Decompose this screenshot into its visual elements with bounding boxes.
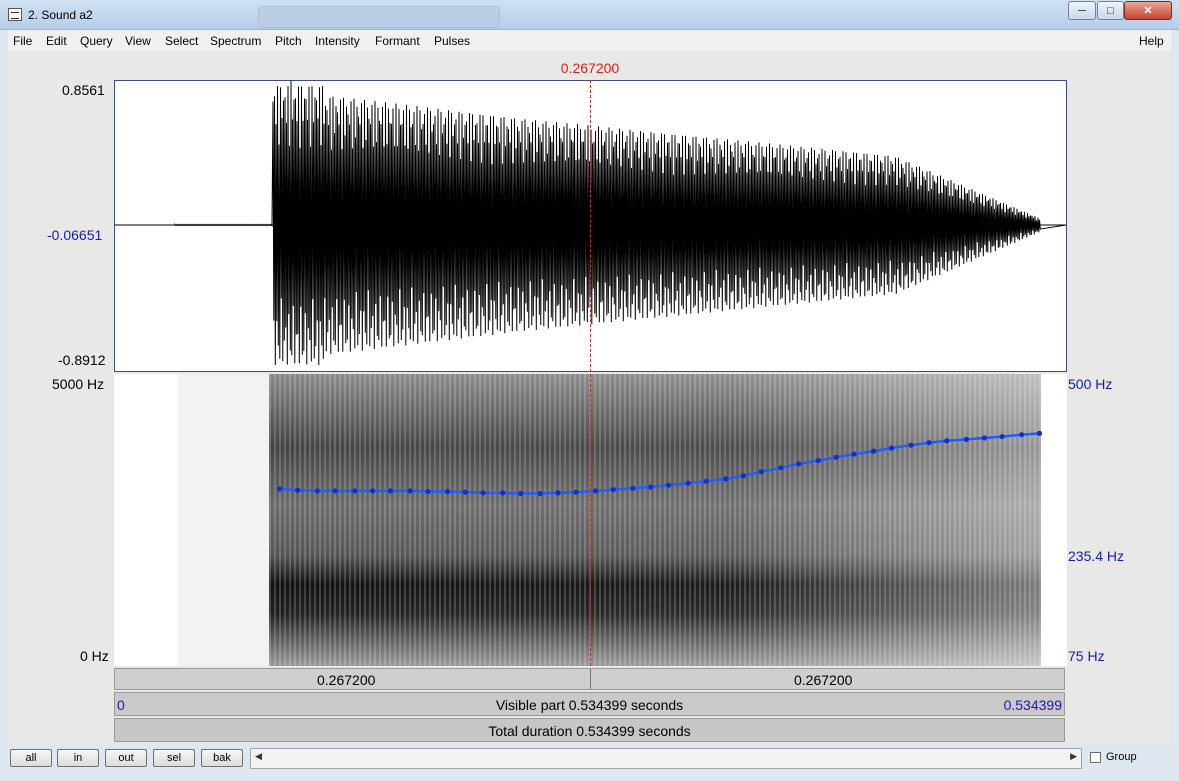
visible-part-bar[interactable]: 0 Visible part 0.534399 seconds 0.534399 (114, 692, 1065, 716)
menu-formant[interactable]: Formant (375, 34, 420, 48)
pitch-point (518, 490, 524, 497)
title-bar: 2. Sound a2 ─ □ ✕ (0, 0, 1179, 30)
menu-intensity[interactable]: Intensity (315, 34, 360, 48)
pitch-point (666, 482, 672, 488)
visible-end: 0.534399 (1003, 697, 1062, 713)
pitch-point (277, 486, 283, 492)
group-label: Group (1106, 751, 1137, 763)
menu-pitch[interactable]: Pitch (275, 34, 302, 48)
pitch-point (685, 480, 691, 486)
time-bar-separator (590, 669, 591, 689)
waveform-ymin-label: -0.8912 (58, 352, 106, 368)
group-option[interactable]: Group (1090, 751, 1137, 763)
pitch-point (815, 457, 822, 464)
menu-file[interactable]: File (13, 34, 32, 48)
pitch-point (740, 473, 747, 479)
pitch-point (963, 436, 970, 442)
pitch-point (888, 445, 895, 451)
pitch-point (352, 488, 358, 494)
bak-button[interactable]: bak (201, 749, 243, 767)
spectrogram-freq-top-label: 5000 Hz (52, 376, 105, 392)
out-button[interactable]: out (105, 749, 147, 767)
pitch-point (500, 490, 506, 496)
scroll-right-icon[interactable]: ▶ (1070, 751, 1077, 762)
horizontal-scrollbar[interactable]: ◀ ▶ (250, 748, 1082, 769)
app-icon (8, 8, 22, 21)
close-button[interactable]: ✕ (1124, 1, 1172, 20)
total-duration-label: Total duration 0.534399 seconds (488, 723, 691, 739)
pitch-point (1036, 430, 1043, 436)
in-button[interactable]: in (57, 749, 99, 767)
pitch-point (926, 440, 932, 446)
waveform-ymax-label: 0.8561 (62, 82, 105, 98)
time-cursor[interactable] (590, 80, 591, 666)
window-title: 2. Sound a2 (28, 8, 93, 22)
pitch-point (332, 488, 338, 494)
pitch-point (555, 490, 561, 496)
pitch-point (796, 461, 802, 467)
pitch-point (944, 438, 950, 444)
group-checkbox[interactable] (1090, 751, 1101, 763)
menu-bar: File Edit Query View Select Spectrum Pit… (8, 30, 1171, 52)
menu-query[interactable]: Query (80, 34, 113, 48)
pitch-point (999, 434, 1005, 440)
pitch-point (537, 490, 543, 497)
pitch-point (833, 454, 839, 460)
pitch-top-label: 500 Hz (1068, 376, 1113, 392)
pitch-point (295, 487, 301, 493)
spectrogram-fade (269, 374, 1041, 666)
time-bar-right-value: 0.267200 (794, 672, 853, 688)
pitch-point (703, 478, 709, 484)
pitch-point (723, 476, 729, 482)
pitch-point (387, 488, 393, 494)
pitch-point (908, 442, 914, 448)
pitch-point (981, 435, 987, 441)
pitch-point (1019, 432, 1025, 438)
total-duration-bar[interactable]: Total duration 0.534399 seconds (114, 718, 1065, 742)
pitch-point (851, 451, 857, 457)
menu-pulses[interactable]: Pulses (434, 34, 470, 48)
pitch-point (871, 448, 877, 454)
all-button[interactable]: all (10, 749, 52, 767)
cursor-time-label: 0.267200 (560, 60, 620, 76)
pitch-point (480, 490, 486, 496)
pitch-bottom-label: 75 Hz (1068, 648, 1105, 664)
pitch-point (778, 465, 784, 471)
sel-button[interactable]: sel (153, 749, 195, 767)
menu-help[interactable]: Help (1139, 34, 1164, 48)
time-bar-left-value: 0.267200 (317, 672, 376, 688)
pitch-point (425, 488, 431, 495)
pitch-point (370, 488, 376, 494)
pitch-point (630, 485, 636, 491)
pitch-point (648, 484, 654, 490)
pitch-point (610, 487, 616, 493)
pitch-point (462, 489, 468, 495)
pitch-point (407, 488, 413, 494)
scroll-left-icon[interactable]: ◀ (255, 751, 262, 762)
minimize-button[interactable]: ─ (1068, 1, 1096, 20)
waveform-ymid-label: -0.06651 (47, 227, 103, 243)
menu-view[interactable]: View (125, 34, 151, 48)
pitch-point (573, 489, 579, 495)
pitch-point (314, 488, 320, 494)
pitch-point (444, 488, 451, 495)
visible-part-label: Visible part 0.534399 seconds (495, 697, 684, 713)
pitch-mid-label: 235.4 Hz (1068, 548, 1125, 564)
spectrogram-noise (178, 374, 270, 666)
menu-spectrum[interactable]: Spectrum (210, 34, 261, 48)
spectrogram-freq-bottom-label: 0 Hz (80, 648, 109, 664)
maximize-button[interactable]: □ (1097, 1, 1124, 20)
menu-edit[interactable]: Edit (46, 34, 67, 48)
menu-select[interactable]: Select (165, 34, 198, 48)
selection-time-bar[interactable]: 0.267200 0.267200 (114, 668, 1065, 690)
background-window-ghost (258, 6, 500, 28)
pitch-point (592, 488, 599, 494)
pitch-point (758, 469, 764, 475)
